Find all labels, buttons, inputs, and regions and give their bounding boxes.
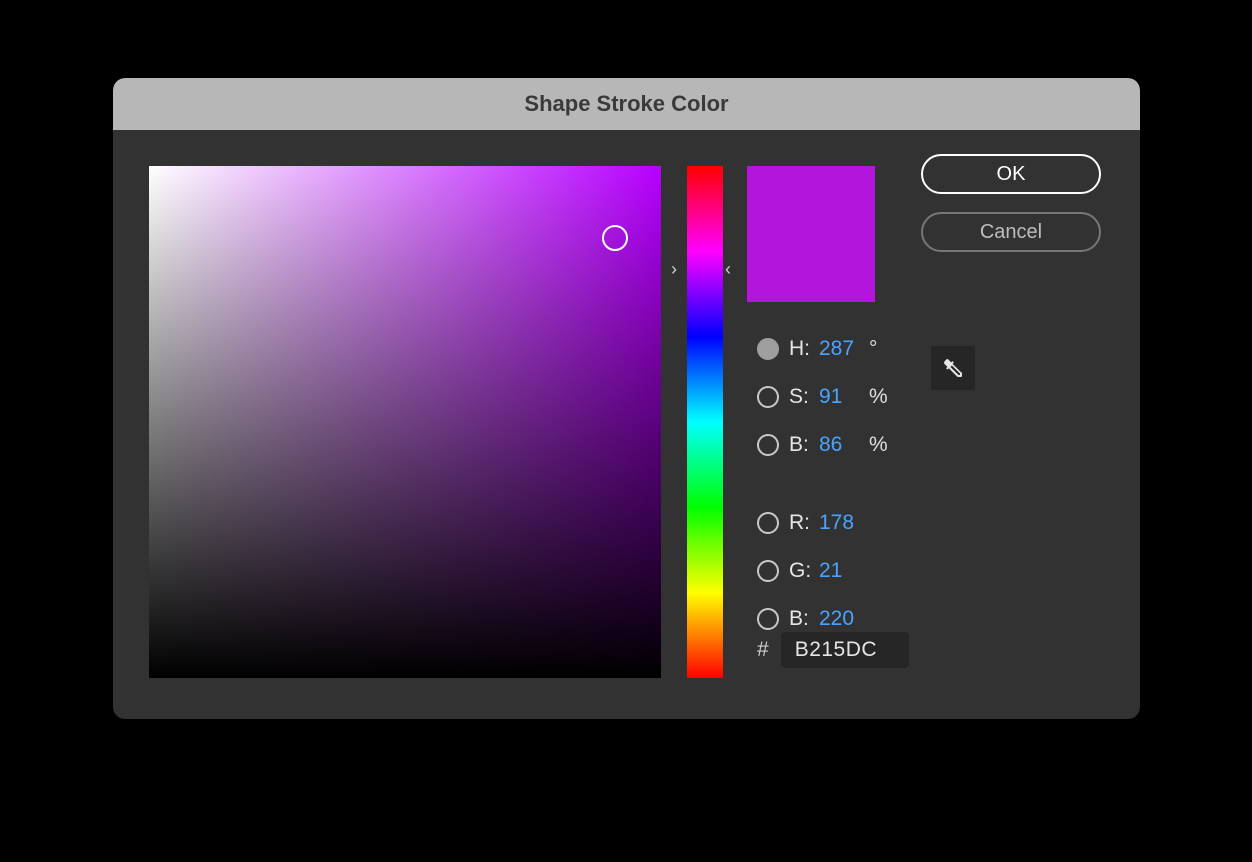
r-radio[interactable] [757, 512, 779, 534]
saturation-brightness-field[interactable] [149, 166, 661, 678]
b-rgb-label: B: [789, 607, 817, 631]
g-row: G: 21 [757, 547, 1007, 595]
cancel-button[interactable]: Cancel [921, 212, 1101, 252]
h-row: H: 287 ° [757, 325, 1007, 373]
hex-input[interactable]: B215DC [781, 632, 909, 668]
b-rgb-value-input[interactable]: 220 [819, 607, 863, 631]
s-radio[interactable] [757, 386, 779, 408]
b-rgb-radio[interactable] [757, 608, 779, 630]
color-values-panel: H: 287 ° S: 91 % B: 86 % R: 178 [757, 325, 1007, 643]
hue-slider[interactable] [687, 166, 723, 678]
b-hsb-unit: % [869, 433, 888, 457]
h-label: H: [789, 337, 817, 361]
g-value-input[interactable]: 21 [819, 559, 863, 583]
h-unit: ° [869, 337, 877, 361]
hex-row: # B215DC [757, 632, 909, 668]
s-value-input[interactable]: 91 [819, 385, 863, 409]
h-radio[interactable] [757, 338, 779, 360]
s-label: S: [789, 385, 817, 409]
g-label: G: [789, 559, 817, 583]
dialog-title: Shape Stroke Color [524, 91, 728, 117]
r-value-input[interactable]: 178 [819, 511, 863, 535]
dialog-titlebar[interactable]: Shape Stroke Color [113, 78, 1140, 130]
r-label: R: [789, 511, 817, 535]
b-hsb-radio[interactable] [757, 434, 779, 456]
hue-slider-indicator-left: › [671, 260, 677, 278]
dialog-body: › ‹ OK Cancel H: 287 ° S: 91 % [113, 130, 1140, 719]
color-picker-dialog: Shape Stroke Color › ‹ OK Cancel H: 287 [113, 78, 1140, 719]
color-preview-swatch [747, 166, 875, 302]
r-row: R: 178 [757, 499, 1007, 547]
b-hsb-label: B: [789, 433, 817, 457]
hue-slider-indicator-right: ‹ [725, 260, 731, 278]
s-unit: % [869, 385, 888, 409]
s-row: S: 91 % [757, 373, 1007, 421]
b-hsb-row: B: 86 % [757, 421, 1007, 469]
h-value-input[interactable]: 287 [819, 337, 863, 361]
g-radio[interactable] [757, 560, 779, 582]
hex-hash-label: # [757, 638, 769, 662]
ok-button[interactable]: OK [921, 154, 1101, 194]
b-hsb-value-input[interactable]: 86 [819, 433, 863, 457]
sb-field-cursor [602, 225, 628, 251]
